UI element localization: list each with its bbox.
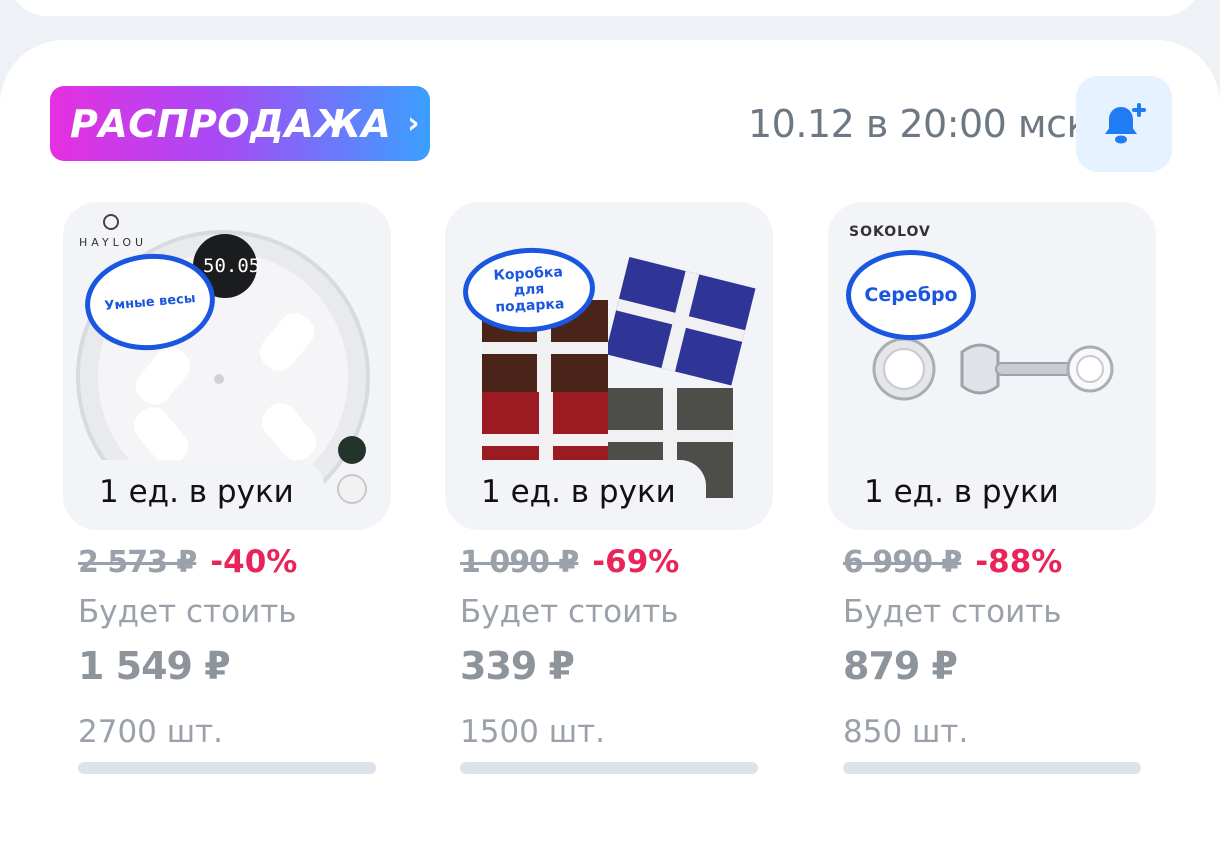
discount-percent: -69% (592, 544, 680, 580)
limit-per-customer: 1 ед. в руки (828, 460, 1089, 530)
product-card-earrings[interactable]: SOKOLOV Серебро 1 ед. в руки 6 990 ₽ -88… (828, 202, 1156, 774)
old-price: 2 573 ₽ (78, 545, 197, 580)
new-price: 879 ₽ (843, 644, 958, 688)
will-cost-label: Будет стоить (843, 594, 1062, 630)
stock-progress-bar (843, 762, 1141, 774)
product-image: HAYLOU 50.05 Умные весы 1 ед. в руки (63, 202, 391, 530)
will-cost-label: Будет стоить (460, 594, 679, 630)
product-image: SOKOLOV Серебро 1 ед. в руки (828, 202, 1156, 530)
new-price: 339 ₽ (460, 644, 575, 688)
product-card-scale[interactable]: HAYLOU 50.05 Умные весы 1 ед. в руки 2 5… (63, 202, 391, 774)
sale-badge-button[interactable]: РАСПРОДАЖА › (50, 86, 430, 161)
price-row: 2 573 ₽ -40% (78, 544, 391, 584)
brand-logo-haylou: HAYLOU (79, 236, 148, 249)
product-card-gift-box[interactable]: Коробка для подарка 1 ед. в руки 1 090 ₽… (445, 202, 773, 774)
limit-per-customer: 1 ед. в руки (445, 460, 706, 530)
discount-percent: -40% (210, 544, 298, 580)
stock-count: 1500 шт. (460, 714, 606, 750)
bell-plus-icon (1105, 103, 1146, 144)
stock-progress-bar (78, 762, 376, 774)
sale-badge-label: РАСПРОДАЖА (70, 101, 392, 146)
new-price: 1 549 ₽ (78, 644, 231, 688)
old-price: 6 990 ₽ (843, 545, 962, 580)
chevron-right-icon: › (407, 106, 421, 141)
product-label-oval: Серебро (846, 250, 976, 340)
previous-section-card (10, 0, 1200, 16)
will-cost-label: Будет стоить (78, 594, 297, 630)
product-image: Коробка для подарка 1 ед. в руки (445, 202, 773, 530)
brand-logo-sokolov: SOKOLOV (849, 224, 931, 240)
notify-button[interactable] (1076, 76, 1172, 172)
stock-progress-bar (460, 762, 758, 774)
stock-count: 2700 шт. (78, 714, 224, 750)
scale-display-readout: 50.05 (203, 255, 261, 277)
limit-per-customer: 1 ед. в руки (63, 460, 324, 530)
old-price: 1 090 ₽ (460, 545, 579, 580)
stock-count: 850 шт. (843, 714, 969, 750)
price-row: 6 990 ₽ -88% (843, 544, 1156, 584)
sale-start-time: 10.12 в 20:00 мск (748, 102, 1089, 146)
price-row: 1 090 ₽ -69% (460, 544, 773, 584)
discount-percent: -88% (975, 544, 1063, 580)
